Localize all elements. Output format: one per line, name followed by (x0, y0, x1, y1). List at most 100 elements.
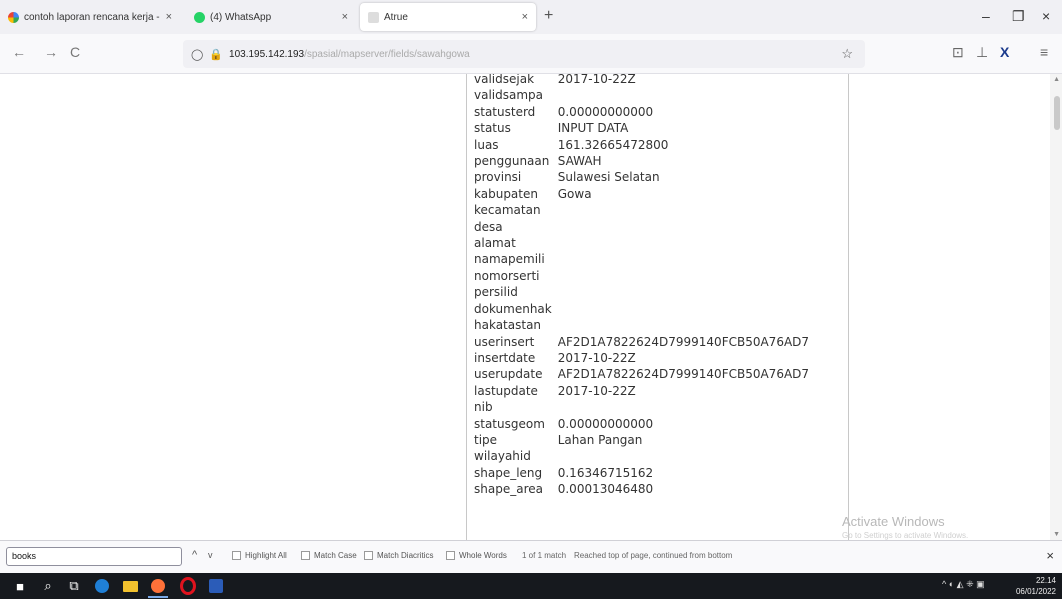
find-input[interactable]: books (6, 547, 182, 566)
download-icon[interactable]: ⊥ (976, 44, 988, 61)
attribute-value (558, 399, 813, 415)
back-button[interactable]: ← (12, 44, 26, 60)
attribute-value (558, 301, 813, 317)
close-tab-icon[interactable]: × (342, 11, 348, 23)
attribute-value (558, 284, 813, 300)
page-content: validsejak 2017-10-22Z validsampa statuster… (0, 74, 1062, 540)
find-status: Reached top of page, continued from bott… (574, 551, 733, 560)
attribute-key: shape_leng (474, 465, 543, 480)
tab-whatsapp[interactable]: (4) WhatsApp × (186, 3, 356, 31)
attribute-key: nomorserti (474, 268, 540, 283)
search-icon[interactable]: ⌕ (38, 576, 58, 596)
attribute-row: lastupdate 2017-10-22Z (474, 383, 813, 399)
minimize-button[interactable]: – (982, 8, 990, 24)
tab-label: contoh laporan rencana kerja - (24, 11, 160, 23)
attribute-key: kabupaten (474, 186, 538, 201)
bookmark-star-icon[interactable]: ☆ (841, 46, 853, 62)
reload-button[interactable]: C (70, 44, 80, 60)
menu-icon[interactable]: ≡ (1040, 44, 1048, 60)
match-case-label: Match Case (314, 551, 357, 560)
attribute-key: status (474, 121, 511, 136)
scrollbar[interactable]: ▲ ▼ (1050, 74, 1062, 540)
tab-google[interactable]: contoh laporan rencana kerja - × (0, 3, 180, 31)
url-path: /spasial/mapserver/fields/sawahgowa (304, 48, 470, 60)
attribute-value (558, 219, 813, 235)
attribute-key: shape_area (474, 482, 543, 497)
close-tab-icon[interactable]: × (522, 11, 528, 23)
attribute-row: wilayahid (474, 448, 813, 464)
attribute-row: tipe Lahan Pangan (474, 432, 813, 448)
start-button[interactable]: ■ (10, 576, 30, 596)
forward-button[interactable]: → (44, 44, 58, 60)
scroll-down-icon[interactable]: ▼ (1053, 531, 1060, 538)
attribute-key: persilid (474, 285, 518, 300)
find-bar: books ^ v Highlight All Match Case Match… (0, 540, 1062, 573)
shield-icon[interactable]: ◯ (191, 48, 203, 61)
attribute-row: validsampa (474, 87, 813, 103)
word-icon[interactable] (206, 576, 226, 596)
attribute-row: shape_leng 0.16346715162 (474, 465, 813, 481)
attribute-key: tipe (474, 432, 498, 447)
close-window-button[interactable]: × (1042, 8, 1050, 24)
attribute-value: 0.00000000000 (557, 104, 654, 119)
find-previous-button[interactable]: ^ (192, 549, 197, 561)
close-tab-icon[interactable]: × (166, 11, 172, 23)
attribute-key: dokumenhak (474, 301, 552, 316)
attribute-value (558, 235, 813, 251)
system-tray-icons[interactable]: ^ ◐ ◭ ⁜ ▣ (942, 579, 985, 590)
attribute-value: 0.16346715162 (557, 465, 654, 480)
lock-icon[interactable]: 🔒 (209, 48, 223, 61)
highlight-all-checkbox[interactable]: Highlight All (232, 551, 287, 560)
restore-button[interactable]: ❐ (1012, 8, 1025, 25)
attribute-row: insertdate 2017-10-22Z (474, 350, 813, 366)
activate-windows-subtitle: Go to Settings to activate Windows. (842, 531, 969, 540)
attribute-value (558, 87, 813, 103)
find-next-button[interactable]: v (208, 550, 213, 560)
new-tab-button[interactable]: + (544, 7, 553, 25)
attribute-key: validsampa (474, 88, 544, 103)
attribute-row: alamat (474, 235, 813, 251)
taskbar-clock[interactable]: 22.14 06/01/2022 (1016, 575, 1056, 597)
tab-active[interactable]: Atrue × (360, 3, 536, 31)
firefox-icon[interactable] (148, 576, 168, 598)
find-result-count: 1 of 1 match (522, 551, 567, 560)
attribute-value: 2017-10-22Z (557, 74, 636, 86)
attribute-row: userupdate AF2D1A7822624D7999140FCB50A76A… (474, 366, 813, 382)
attribute-value (558, 251, 813, 267)
attribute-value: 161.32665472800 (557, 137, 669, 152)
attribute-key: hakatastan (474, 318, 542, 333)
attribute-value (558, 268, 813, 284)
scrollbar-thumb[interactable] (1054, 96, 1060, 130)
opera-icon[interactable] (178, 576, 198, 596)
address-bar[interactable]: ◯ 🔒 103.195.142.193 /spasial/mapserver/f… (183, 40, 865, 68)
attribute-key: namapemili (474, 252, 545, 267)
scroll-up-icon[interactable]: ▲ (1053, 76, 1060, 83)
edge-icon[interactable] (92, 576, 112, 596)
attribute-value: SAWAH (557, 154, 602, 169)
attribute-row: dokumenhak (474, 301, 813, 317)
whole-words-checkbox[interactable]: Whole Words (446, 551, 507, 560)
attribute-key: lastupdate (474, 383, 538, 398)
match-case-checkbox[interactable]: Match Case (301, 551, 357, 560)
attribute-value (558, 448, 813, 464)
match-diacritics-label: Match Diacritics (377, 551, 434, 560)
attribute-value: AF2D1A7822624D7999140FCB50A76AD7 (557, 334, 810, 349)
navigation-toolbar: ← → C ◯ 🔒 103.195.142.193 /spasial/mapse… (0, 34, 1062, 74)
file-explorer-icon[interactable] (120, 576, 140, 596)
google-icon (8, 11, 19, 23)
whole-words-label: Whole Words (459, 551, 507, 560)
clock-date: 06/01/2022 (1015, 587, 1056, 596)
attribute-value: 0.00013046480 (557, 482, 654, 497)
extension-icon[interactable]: X (1000, 44, 1009, 60)
task-view-icon[interactable]: ⧉ (64, 576, 84, 596)
pocket-icon[interactable]: ⊡ (952, 44, 964, 61)
attribute-row: statusgeom 0.00000000000 (474, 416, 813, 432)
match-diacritics-checkbox[interactable]: Match Diacritics (364, 551, 433, 560)
attribute-key: userupdate (474, 367, 543, 382)
attribute-value: 2017-10-22Z (557, 383, 636, 398)
attribute-value: AF2D1A7822624D7999140FCB50A76AD7 (557, 367, 810, 382)
attribute-key: statusterd (474, 104, 536, 119)
tab-label: (4) WhatsApp (210, 11, 272, 23)
attribute-value: 2017-10-22Z (557, 350, 636, 365)
close-find-bar-button[interactable]: × (1046, 548, 1054, 563)
